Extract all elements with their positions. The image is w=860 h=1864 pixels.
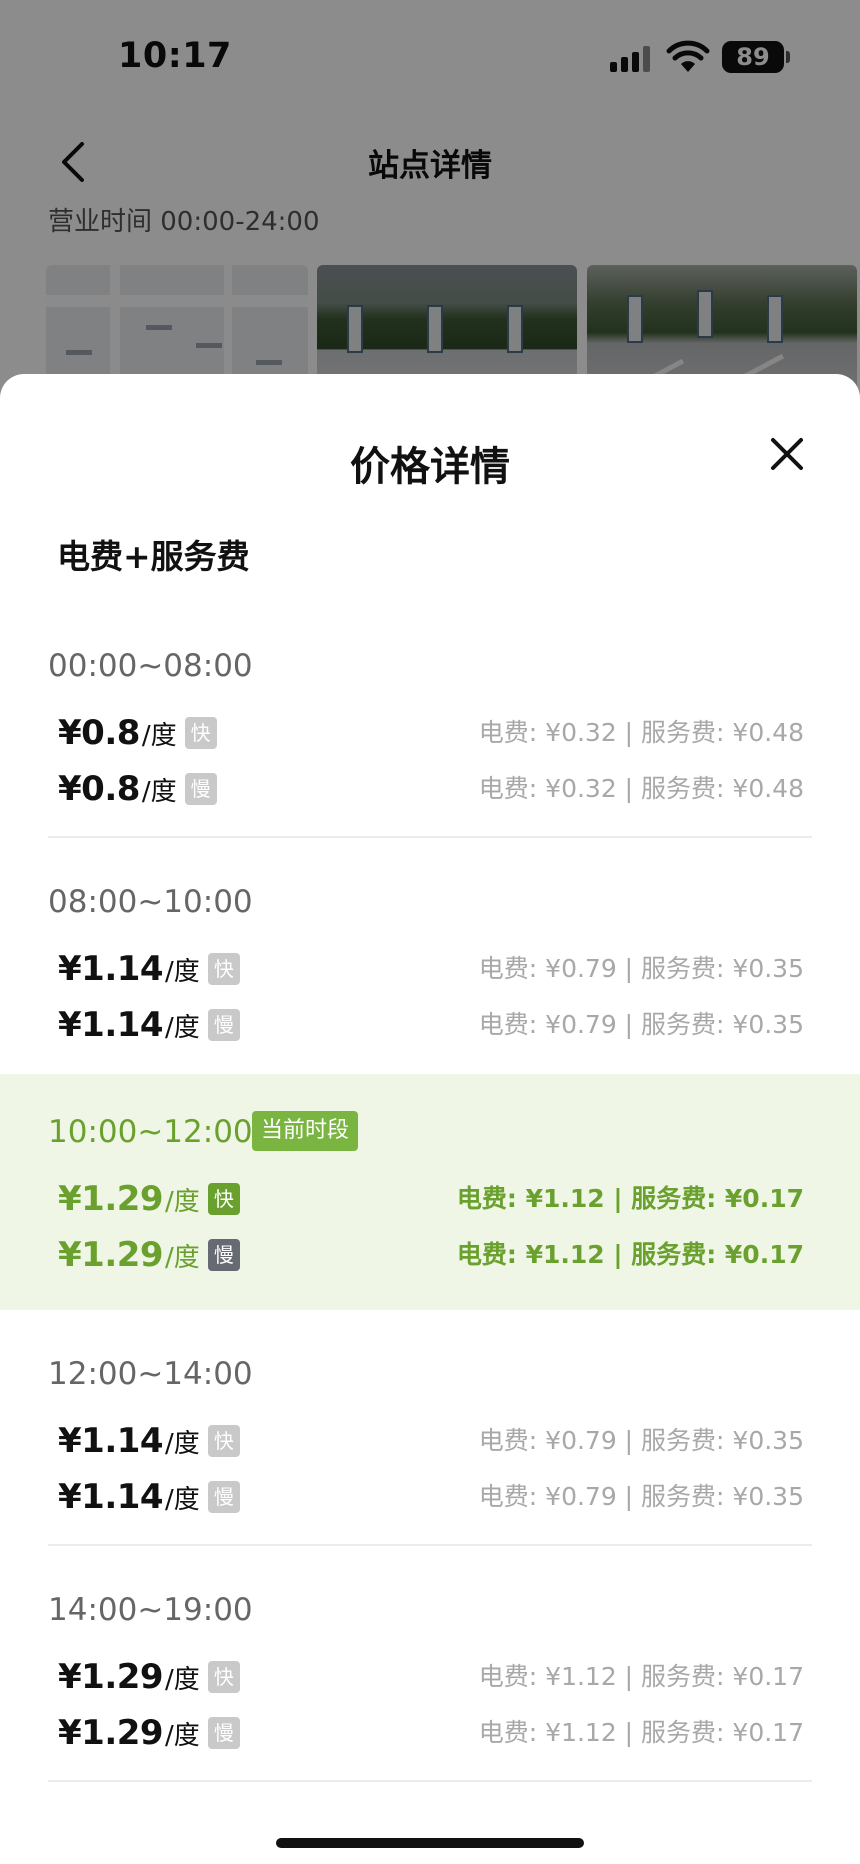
price-unit: /度: [165, 1242, 200, 1273]
price-row-fast: ¥1.29 /度 快 电费: ¥1.12 | 服务费: ¥0.17: [0, 1174, 860, 1224]
price-unit: /度: [165, 956, 200, 987]
time-range: 10:00~12:00: [48, 1114, 253, 1150]
slow-charge-tag: 慢: [207, 1009, 240, 1041]
slow-charge-tag: 慢: [207, 1481, 240, 1513]
slow-charge-tag: 慢: [207, 1717, 240, 1749]
price-unit: /度: [165, 1012, 200, 1043]
price-amount: ¥1.14: [58, 1477, 164, 1517]
time-range: 14:00~19:00: [48, 1592, 253, 1628]
fee-breakdown: 电费: ¥0.79 | 服务费: ¥0.35: [478, 954, 804, 983]
fee-breakdown: 电费: ¥0.79 | 服务费: ¥0.35: [478, 1010, 804, 1039]
fast-charge-tag: 快: [184, 717, 217, 749]
slow-charge-tag: 慢: [207, 1239, 240, 1271]
close-icon[interactable]: [767, 434, 807, 474]
price-period: 08:00~10:00 ¥1.14 /度 快 电费: ¥0.79 | 服务费: …: [0, 844, 860, 1080]
price-amount: ¥1.29: [58, 1657, 164, 1697]
price-row-fast: ¥1.29 /度 快 电费: ¥1.12 | 服务费: ¥0.17: [0, 1652, 860, 1702]
price-amount: ¥1.29: [58, 1179, 164, 1219]
fee-breakdown: 电费: ¥0.79 | 服务费: ¥0.35: [478, 1482, 804, 1511]
time-range: 12:00~14:00: [48, 1356, 253, 1392]
price-row-fast: ¥1.14 /度 快 电费: ¥0.79 | 服务费: ¥0.35: [0, 944, 860, 994]
fast-charge-tag: 快: [207, 1183, 240, 1215]
fee-breakdown: 电费: ¥0.32 | 服务费: ¥0.48: [478, 718, 804, 747]
price-amount: ¥1.14: [58, 949, 164, 989]
fast-charge-tag: 快: [207, 1425, 240, 1457]
price-row-slow: ¥1.14 /度 慢 电费: ¥0.79 | 服务费: ¥0.35: [0, 1000, 860, 1050]
price-unit: /度: [165, 1186, 200, 1217]
price-detail-sheet: 价格详情 电费+服务费 00:00~08:00 ¥0.8 /度 快 电费: ¥0…: [0, 374, 860, 1864]
price-amount: ¥0.8: [58, 713, 140, 753]
divider: [48, 1780, 812, 1782]
price-unit: /度: [141, 776, 177, 807]
price-row-slow: ¥1.29 /度 慢 电费: ¥1.12 | 服务费: ¥0.17: [0, 1708, 860, 1758]
time-range: 08:00~10:00: [48, 884, 253, 920]
price-amount: ¥1.29: [58, 1235, 164, 1275]
price-row-fast: ¥0.8 /度 快 电费: ¥0.32 | 服务费: ¥0.48: [0, 708, 860, 758]
current-period-badge: 当前时段: [252, 1111, 359, 1151]
price-amount: ¥0.8: [58, 769, 140, 809]
fee-breakdown: 电费: ¥1.12 | 服务费: ¥0.17: [456, 1240, 804, 1269]
divider: [48, 1544, 812, 1546]
price-row-slow: ¥1.14 /度 慢 电费: ¥0.79 | 服务费: ¥0.35: [0, 1472, 860, 1522]
price-unit: /度: [165, 1664, 200, 1695]
price-period-current: 10:00~12:00 当前时段 ¥1.29 /度 快 电费: ¥1.12 | …: [0, 1074, 860, 1310]
section-title: 电费+服务费: [57, 537, 250, 576]
price-row-slow: ¥1.29 /度 慢 电费: ¥1.12 | 服务费: ¥0.17: [0, 1230, 860, 1280]
home-indicator[interactable]: [276, 1838, 584, 1848]
price-amount: ¥1.14: [58, 1005, 164, 1045]
fee-breakdown: 电费: ¥1.12 | 服务费: ¥0.17: [478, 1662, 804, 1691]
price-period: 00:00~08:00 ¥0.8 /度 快 电费: ¥0.32 | 服务费: ¥…: [0, 608, 860, 844]
price-amount: ¥1.14: [58, 1421, 164, 1461]
price-period: 14:00~19:00 ¥1.29 /度 快 电费: ¥1.12 | 服务费: …: [0, 1552, 860, 1788]
fee-breakdown: 电费: ¥1.12 | 服务费: ¥0.17: [478, 1718, 804, 1747]
fast-charge-tag: 快: [207, 1661, 240, 1693]
price-unit: /度: [165, 1428, 200, 1459]
divider: [48, 836, 812, 838]
price-unit: /度: [141, 720, 177, 751]
slow-charge-tag: 慢: [184, 773, 217, 805]
price-amount: ¥1.29: [58, 1713, 164, 1753]
fee-breakdown: 电费: ¥0.32 | 服务费: ¥0.48: [478, 774, 804, 803]
sheet-title: 价格详情: [350, 444, 510, 490]
fee-breakdown: 电费: ¥1.12 | 服务费: ¥0.17: [456, 1184, 804, 1213]
price-unit: /度: [165, 1484, 200, 1515]
price-row-fast: ¥1.14 /度 快 电费: ¥0.79 | 服务费: ¥0.35: [0, 1416, 860, 1466]
fee-breakdown: 电费: ¥0.79 | 服务费: ¥0.35: [478, 1426, 804, 1455]
fast-charge-tag: 快: [207, 953, 240, 985]
price-period: 12:00~14:00 ¥1.14 /度 快 电费: ¥0.79 | 服务费: …: [0, 1316, 860, 1552]
price-row-slow: ¥0.8 /度 慢 电费: ¥0.32 | 服务费: ¥0.48: [0, 764, 860, 814]
time-range: 00:00~08:00: [48, 648, 253, 684]
price-unit: /度: [165, 1720, 200, 1751]
